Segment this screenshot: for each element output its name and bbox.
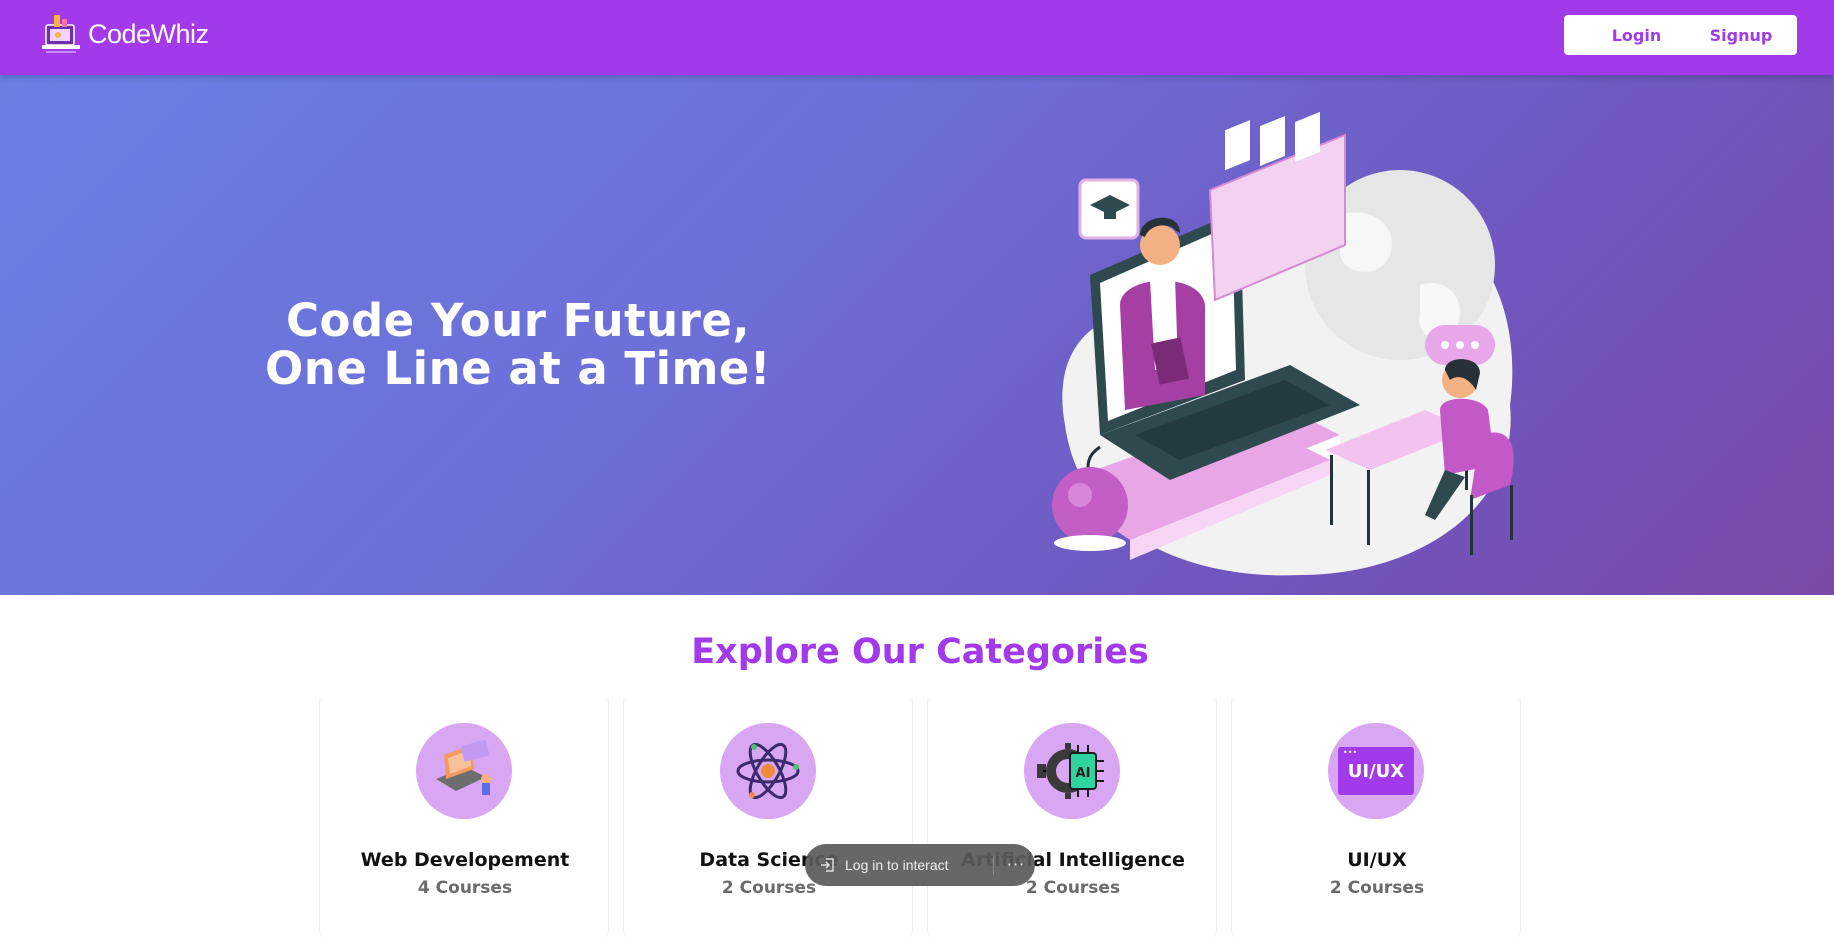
category-card-web-development[interactable]: Web Developement 4 Courses xyxy=(319,697,609,937)
login-to-interact-pill[interactable]: Log in to interact ··· xyxy=(805,844,1035,886)
ai-chip-icon: AI xyxy=(1024,723,1120,819)
category-name: UI/UX xyxy=(1347,849,1407,871)
category-name: Web Developement xyxy=(360,849,570,871)
category-course-count: 4 Courses xyxy=(417,878,513,898)
pill-text: Log in to interact xyxy=(845,857,949,873)
navbar: CodeWhiz Login Signup xyxy=(0,0,1834,75)
categories-heading: Explore Our Categories xyxy=(691,632,1149,672)
ui-ux-icon-label: UI/UX xyxy=(1347,760,1405,782)
hero-title-line1: Code Your Future, xyxy=(286,294,750,347)
atom-icon xyxy=(720,723,816,819)
category-card-ui-ux[interactable]: ••• UI/UX UI/UX 2 Courses xyxy=(1231,697,1521,937)
online-learning-illustration xyxy=(1052,111,1514,576)
brand-name: CodeWhiz xyxy=(88,18,209,49)
brand[interactable]: CodeWhiz xyxy=(40,11,209,57)
category-card-data-science[interactable]: Data Science 2 Courses xyxy=(623,697,913,937)
ui-ux-icon: ••• UI/UX xyxy=(1328,723,1424,819)
more-options-icon[interactable]: ··· xyxy=(1005,853,1027,875)
category-course-count: 2 Courses xyxy=(1329,878,1425,898)
web-dev-icon xyxy=(416,723,512,819)
hero-title-line2: One Line at a Time! xyxy=(265,342,771,395)
pill-divider xyxy=(993,855,994,875)
category-card-artificial-intelligence[interactable]: AI Artificial Intelligence 2 Courses xyxy=(927,697,1217,937)
svg-text:AI: AI xyxy=(1076,766,1091,781)
hero-title: Code Your Future, One Line at a Time! xyxy=(218,297,818,393)
login-arrow-icon xyxy=(821,858,834,872)
hero-section: Code Your Future, One Line at a Time! xyxy=(0,75,1834,595)
signup-button[interactable]: Signup xyxy=(1685,15,1797,55)
laptop-logo-icon xyxy=(42,15,80,53)
